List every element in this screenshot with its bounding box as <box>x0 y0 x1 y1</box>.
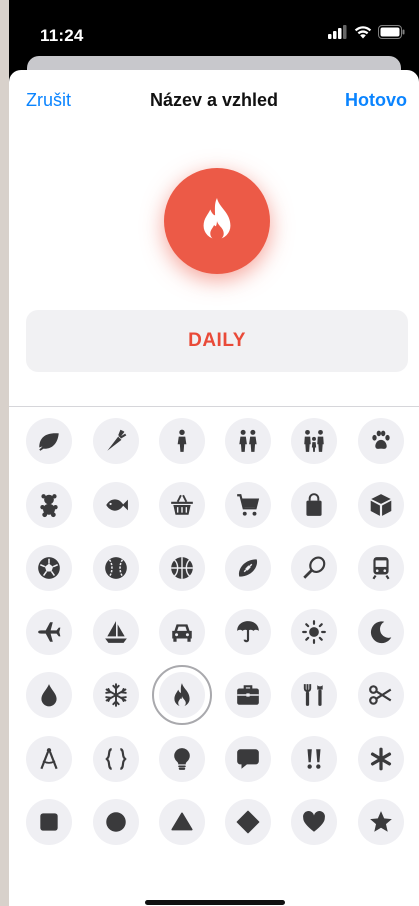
box-icon <box>370 493 392 516</box>
icon-option-heart[interactable] <box>291 799 337 845</box>
icon-option-box[interactable] <box>358 481 404 528</box>
icon-option-soccer-ball[interactable] <box>26 545 72 591</box>
icon-option-carrot[interactable] <box>93 418 139 464</box>
status-icons <box>328 25 405 39</box>
icon-option-umbrella[interactable] <box>225 608 271 655</box>
flame-icon <box>174 683 190 707</box>
moon-icon <box>370 620 392 643</box>
icon-option-triangle[interactable] <box>159 799 205 845</box>
sailboat-icon <box>105 620 127 643</box>
icon-option-train[interactable] <box>358 545 404 591</box>
battery-icon <box>378 25 405 39</box>
icon-option-football[interactable] <box>225 545 271 591</box>
star-icon <box>370 811 392 832</box>
cart-icon <box>237 493 260 516</box>
icon-option-speech-bubble[interactable] <box>225 735 271 782</box>
person-icon <box>177 429 187 452</box>
icon-option-sun[interactable] <box>291 608 337 655</box>
snowflake-icon <box>105 683 127 707</box>
nav-bar: Zrušit Název a vzhled Hotovo <box>9 70 419 130</box>
airplane-icon <box>38 621 61 642</box>
icon-option-cart[interactable] <box>225 481 271 528</box>
icon-option-basket[interactable] <box>159 481 205 528</box>
icon-option-fish[interactable] <box>93 481 139 528</box>
shopping-bag-icon <box>306 492 322 516</box>
flame-icon <box>203 198 231 241</box>
icon-option-sailboat[interactable] <box>93 608 139 655</box>
car-icon <box>172 623 192 642</box>
soccer-ball-icon <box>38 557 60 579</box>
paw-icon <box>372 430 390 449</box>
icon-option-compass[interactable] <box>26 735 72 782</box>
icon-option-tennis-racket[interactable] <box>291 545 337 591</box>
briefcase-icon <box>237 685 259 705</box>
sun-icon <box>302 619 326 644</box>
name-and-appearance-sheet: Zrušit Název a vzhled Hotovo DAILY <box>9 70 419 906</box>
teddy-bear-icon <box>40 493 58 517</box>
icon-option-scissors[interactable] <box>358 672 404 718</box>
icon-option-leaf[interactable] <box>26 418 72 464</box>
carrot-icon <box>107 429 127 451</box>
speech-bubble-icon <box>237 748 259 769</box>
circle-icon <box>106 812 126 832</box>
icon-option-teddy-bear[interactable] <box>26 481 72 528</box>
drop-icon <box>41 684 57 707</box>
list-icon-preview <box>164 168 270 274</box>
phone-screen: 11:24 Zrušit Název a vzhled Hotovo DAILY <box>9 0 419 906</box>
icon-option-tools[interactable] <box>291 672 337 718</box>
icon-option-moon[interactable] <box>358 608 404 655</box>
icon-option-star[interactable] <box>358 799 404 845</box>
icon-option-paw[interactable] <box>358 418 404 464</box>
braces-icon <box>105 747 127 770</box>
fish-icon <box>106 498 128 511</box>
asterisk-icon <box>370 747 392 770</box>
icon-option-braces[interactable] <box>93 735 139 782</box>
icon-option-snowflake[interactable] <box>93 672 139 718</box>
done-button[interactable]: Hotovo <box>345 90 407 111</box>
icon-option-two-people[interactable] <box>225 418 271 464</box>
list-name-field[interactable]: DAILY <box>26 310 408 372</box>
square-icon <box>40 813 58 831</box>
icon-option-family[interactable] <box>291 418 337 464</box>
basketball-icon <box>171 557 193 579</box>
icon-option-exclamation[interactable] <box>291 735 337 782</box>
icon-option-circle[interactable] <box>93 799 139 845</box>
exclamation-icon <box>307 748 321 769</box>
icon-option-basketball[interactable] <box>159 545 205 591</box>
two-people-icon <box>239 429 257 452</box>
icon-option-baseball[interactable] <box>93 545 139 591</box>
divider <box>9 406 419 407</box>
icon-option-square[interactable] <box>26 799 72 845</box>
umbrella-icon <box>237 620 259 642</box>
home-indicator <box>145 900 285 905</box>
basket-icon <box>171 494 193 515</box>
signal-icon <box>328 25 347 39</box>
tools-icon <box>303 684 323 706</box>
icon-option-lightbulb[interactable] <box>159 735 205 782</box>
baseball-icon <box>105 557 127 579</box>
icon-option-shopping-bag[interactable] <box>291 481 337 528</box>
icon-option-flame[interactable] <box>152 665 212 725</box>
scissors-icon <box>369 685 392 705</box>
heart-icon <box>303 811 325 832</box>
compass-icon <box>40 747 58 769</box>
icon-option-car[interactable] <box>159 608 205 655</box>
icon-option-drop[interactable] <box>26 672 72 718</box>
icon-option-diamond[interactable] <box>225 799 271 845</box>
icon-option-person[interactable] <box>159 418 205 464</box>
icon-option-asterisk[interactable] <box>358 735 404 782</box>
leaf-icon <box>39 433 59 451</box>
tennis-racket-icon <box>303 556 326 579</box>
status-time: 11:24 <box>40 26 84 45</box>
status-bar: 11:24 <box>9 0 419 64</box>
icon-option-briefcase[interactable] <box>225 672 271 718</box>
wifi-icon <box>354 26 372 39</box>
triangle-icon <box>171 812 193 831</box>
train-icon <box>372 557 390 580</box>
diamond-icon <box>236 810 260 834</box>
family-icon <box>304 429 324 452</box>
icon-option-airplane[interactable] <box>26 608 72 655</box>
lightbulb-icon <box>174 747 190 770</box>
football-icon <box>238 559 258 577</box>
